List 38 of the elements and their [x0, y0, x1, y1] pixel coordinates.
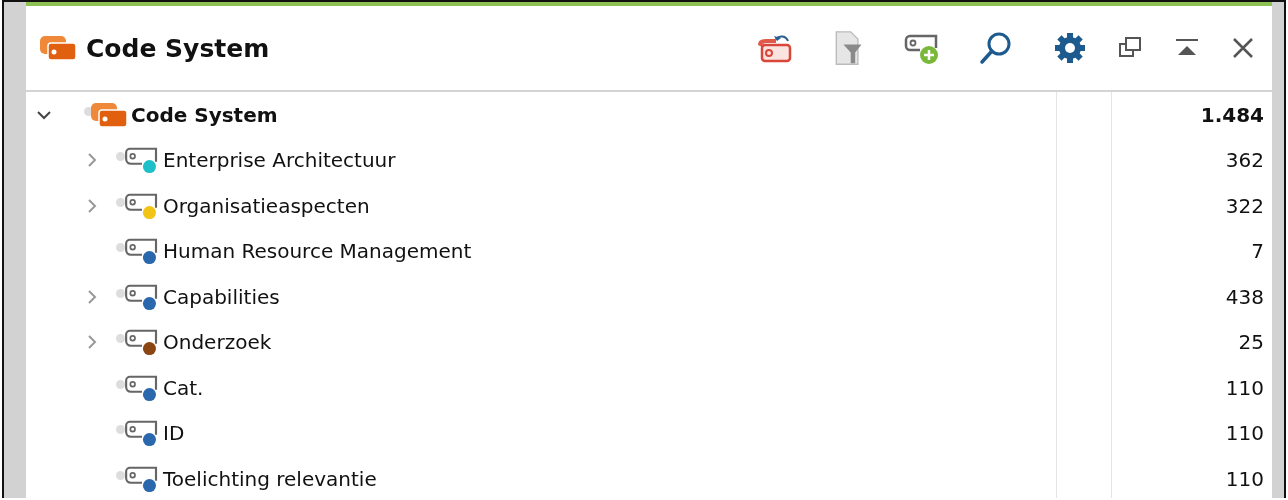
tree-row[interactable]: Enterprise Architectuur 362: [26, 137, 1272, 183]
count: 110: [1225, 375, 1264, 400]
tree-label: Cat.: [163, 375, 204, 400]
status-dot: [116, 334, 125, 344]
tree-row[interactable]: Human Resource Management 7: [26, 228, 1272, 274]
tree-row[interactable]: Organisatieaspecten 322: [26, 183, 1272, 229]
count: 110: [1225, 421, 1264, 446]
count: 438: [1225, 284, 1264, 309]
status-dot: [116, 288, 125, 298]
status-dot: [116, 243, 125, 253]
tree-label: Code System: [131, 102, 278, 127]
tree-label: Onderzoek: [163, 330, 272, 355]
count: 7: [1251, 239, 1264, 264]
tree-label: Toelichting relevantie: [163, 466, 377, 491]
tree-label: Human Resource Management: [163, 239, 472, 264]
code-system-icon: [38, 34, 78, 62]
count: 25: [1238, 330, 1264, 355]
tree-label: ID: [163, 421, 185, 446]
tree-row[interactable]: Code System 1.484: [26, 92, 1272, 138]
count: 362: [1225, 148, 1264, 173]
tree-label: Organisatieaspecten: [163, 193, 370, 218]
tree-row[interactable]: Onderzoek 25: [26, 319, 1272, 365]
tree-row[interactable]: Toelichting relevantie 110: [26, 456, 1272, 498]
tree-row[interactable]: Cat. 110: [26, 365, 1272, 411]
tree-label: Capabilities: [163, 284, 280, 309]
status-dot: [116, 470, 125, 480]
status-dot: [116, 425, 125, 435]
status-dot: [116, 379, 125, 389]
tree-row[interactable]: ID 110: [26, 410, 1272, 456]
tree-label: Enterprise Architectuur: [163, 148, 396, 173]
count: 322: [1225, 193, 1264, 218]
status-dot: [116, 197, 125, 207]
status-dot: [116, 152, 125, 162]
tree-row[interactable]: Capabilities 438: [26, 274, 1272, 320]
count: 110: [1225, 466, 1264, 491]
panel-title: Code System: [86, 33, 270, 63]
count: 1.484: [1200, 102, 1264, 127]
code-system-icon: [89, 100, 129, 129]
